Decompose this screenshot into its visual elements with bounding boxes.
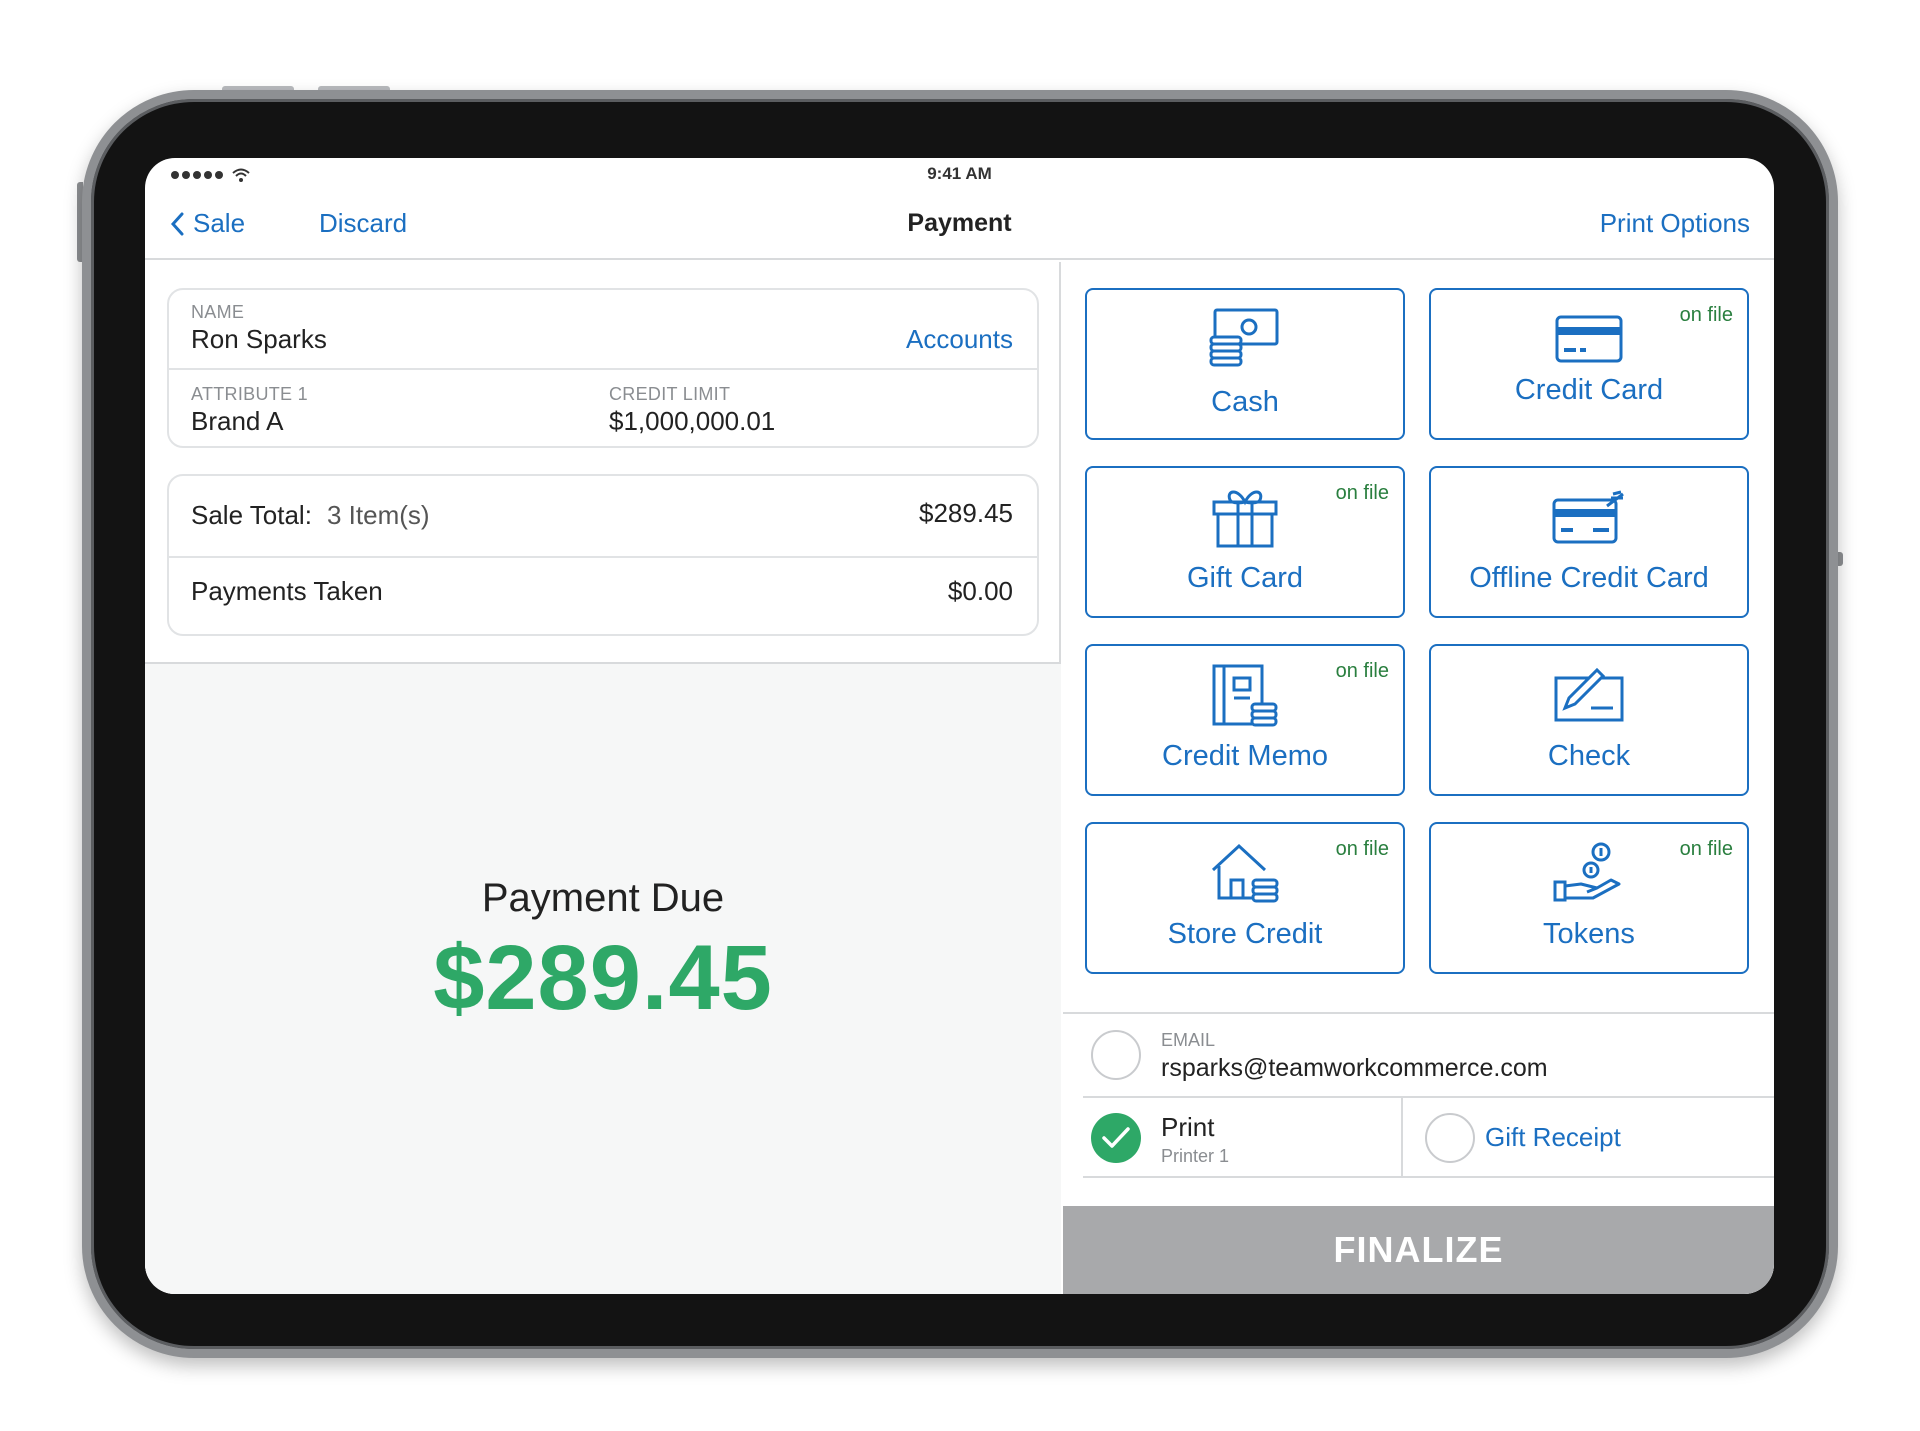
accounts-link[interactable]: Accounts bbox=[906, 324, 1013, 355]
status-bar: 9:41 AM bbox=[145, 158, 1774, 188]
customer-name: Ron Sparks bbox=[191, 324, 327, 354]
credit-limit-value: $1,000,000.01 bbox=[609, 406, 776, 436]
print-options-button[interactable]: Print Options bbox=[1600, 208, 1750, 239]
attribute-value: Brand A bbox=[191, 406, 284, 436]
payment-methods-pane: Cash on file Credit Card on file Gift Ca… bbox=[1063, 262, 1774, 1294]
tender-label: Offline Credit Card bbox=[1469, 562, 1709, 594]
page-title: Payment bbox=[907, 209, 1012, 237]
tender-label: Credit Card bbox=[1514, 374, 1664, 406]
checkmark-icon bbox=[1102, 1127, 1130, 1148]
tablet-screen: 9:41 AM Sale Discard Payment Print Optio… bbox=[145, 158, 1774, 1294]
email-value: rsparks@teamworkcommerce.com bbox=[1161, 1054, 1548, 1082]
item-count: 3 Item(s) bbox=[327, 500, 430, 530]
name-label: NAME bbox=[191, 302, 245, 322]
credit-limit-label: CREDIT LIMIT bbox=[609, 384, 731, 404]
tender-label: Tokens bbox=[1543, 918, 1635, 950]
gift-receipt-radio[interactable] bbox=[1425, 1113, 1475, 1163]
receipt-divider bbox=[1401, 1098, 1403, 1176]
tender-label: Credit Memo bbox=[1162, 740, 1328, 772]
email-label: EMAIL bbox=[1161, 1030, 1216, 1050]
payment-due-label: Payment Due bbox=[481, 876, 725, 920]
print-receipt-radio[interactable] bbox=[1091, 1113, 1141, 1163]
totals-card: Sale Total: 3 Item(s) $289.45 Payments T… bbox=[167, 474, 1039, 636]
printer-name: Printer 1 bbox=[1161, 1146, 1230, 1166]
payments-taken-label: Payments Taken bbox=[191, 576, 383, 606]
offline-card-icon bbox=[1552, 490, 1624, 544]
finalize-button[interactable]: FINALIZE bbox=[1063, 1206, 1774, 1294]
check-pen-icon bbox=[1554, 667, 1624, 722]
navigation-bar: Sale Discard Payment Print Options bbox=[145, 188, 1774, 260]
on-file-badge: on file bbox=[1679, 304, 1733, 326]
tender-store-credit[interactable]: on file Store Credit bbox=[1085, 822, 1405, 974]
tender-label: Store Credit bbox=[1167, 918, 1323, 950]
tender-offline-credit-card[interactable]: Offline Credit Card bbox=[1429, 466, 1749, 618]
tender-cash[interactable]: Cash bbox=[1085, 288, 1405, 440]
payment-due-amount: $289.45 bbox=[433, 927, 773, 1029]
sale-total-value: $289.45 bbox=[919, 498, 1013, 528]
attribute-label: ATTRIBUTE 1 bbox=[191, 384, 308, 404]
email-receipt-radio[interactable] bbox=[1091, 1030, 1141, 1080]
status-time: 9:41 AM bbox=[927, 164, 992, 183]
card-divider bbox=[169, 368, 1037, 370]
payment-due-area: Payment Due $289.45 bbox=[145, 662, 1061, 1294]
on-file-badge: on file bbox=[1335, 482, 1389, 504]
gift-receipt-label[interactable]: Gift Receipt bbox=[1485, 1122, 1621, 1153]
tender-label: Gift Card bbox=[1186, 562, 1304, 594]
tender-tokens[interactable]: on file Tokens bbox=[1429, 822, 1749, 974]
tender-credit-memo[interactable]: on file Credit Memo bbox=[1085, 644, 1405, 796]
tender-gift-card[interactable]: on file Gift Card bbox=[1085, 466, 1405, 618]
email-receipt-row[interactable]: EMAIL rsparks@teamworkcommerce.com bbox=[1063, 1012, 1774, 1096]
print-label: Print bbox=[1161, 1112, 1215, 1142]
order-summary-pane: NAME Ron Sparks Accounts ATTRIBUTE 1 Bra… bbox=[145, 262, 1061, 1294]
totals-divider bbox=[169, 556, 1037, 558]
store-credit-icon bbox=[1211, 843, 1279, 903]
cash-icon bbox=[1209, 308, 1279, 367]
payments-taken-value: $0.00 bbox=[947, 576, 1013, 606]
gift-icon bbox=[1212, 490, 1278, 548]
credit-card-icon bbox=[1555, 315, 1623, 363]
on-file-badge: on file bbox=[1335, 660, 1389, 682]
tender-label: Cash bbox=[1211, 386, 1279, 418]
credit-memo-icon bbox=[1212, 664, 1278, 727]
receipt-options-row: Print Printer 1 Gift Receipt bbox=[1083, 1096, 1774, 1178]
on-file-badge: on file bbox=[1679, 838, 1733, 860]
tender-check[interactable]: Check bbox=[1429, 644, 1749, 796]
customer-card: NAME Ron Sparks Accounts ATTRIBUTE 1 Bra… bbox=[167, 288, 1039, 448]
tender-credit-card[interactable]: on file Credit Card bbox=[1429, 288, 1749, 440]
tender-label: Check bbox=[1547, 740, 1631, 772]
tokens-icon bbox=[1553, 842, 1621, 902]
sale-total-label: Sale Total: bbox=[191, 500, 312, 530]
on-file-badge: on file bbox=[1335, 838, 1389, 860]
